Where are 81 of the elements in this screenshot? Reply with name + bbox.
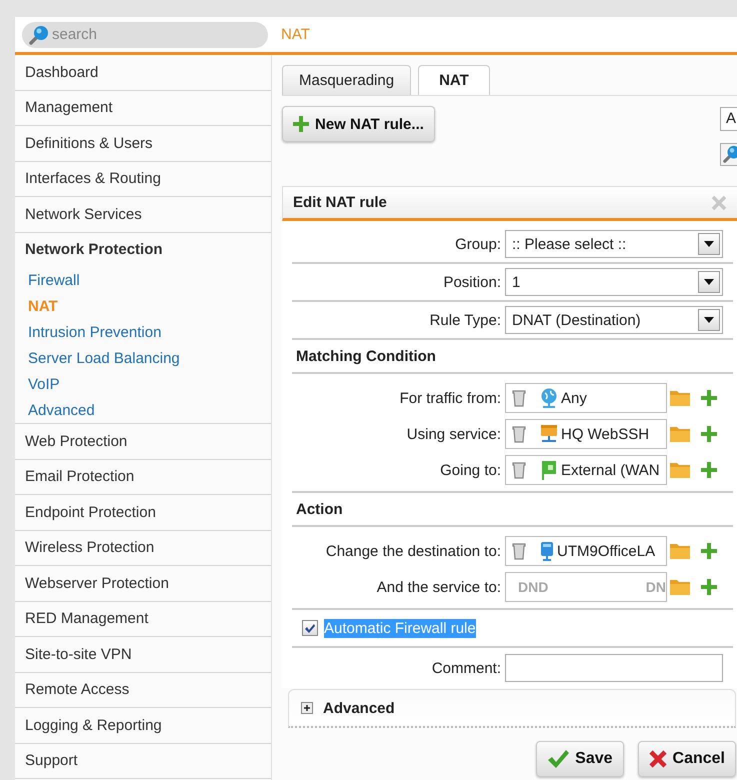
sidebar-item[interactable]: Wireless Protection — [15, 530, 271, 566]
plus-icon[interactable] — [701, 462, 717, 478]
server-icon — [540, 424, 558, 444]
object-field[interactable]: Any — [505, 383, 667, 413]
flag-icon — [540, 460, 558, 480]
sidebar-item[interactable]: Dashboard — [15, 55, 271, 90]
trash-icon — [512, 389, 526, 407]
check-icon — [305, 624, 315, 632]
sidebar-item[interactable]: Remote Access — [15, 672, 271, 708]
folder-icon[interactable] — [669, 389, 691, 407]
field-label: Position: — [442, 274, 502, 290]
field-label: Using service: — [406, 426, 502, 442]
field-label: Comment: — [430, 660, 502, 676]
computer-icon — [540, 541, 554, 561]
checkmark-icon — [547, 749, 570, 769]
comment-field[interactable] — [505, 654, 723, 682]
tab[interactable]: Masquerading — [282, 65, 412, 95]
plus-icon[interactable] — [701, 579, 717, 595]
cancel-button[interactable]: Cancel — [638, 741, 736, 777]
sidebar-subitem[interactable]: Firewall — [15, 267, 271, 293]
sidebar-item[interactable]: Logging & Reporting — [15, 708, 271, 744]
sidebar-subitem[interactable]: VoIP — [15, 371, 271, 397]
sidebar-item[interactable]: Support — [15, 744, 271, 779]
search-icon — [723, 145, 737, 164]
filter-field[interactable]: A — [720, 107, 737, 130]
field-label: Going to: — [439, 462, 502, 478]
sidebar-item[interactable]: Network Services — [15, 197, 271, 232]
field-label: And the service to: — [376, 578, 502, 596]
object-field[interactable]: UTM9OfficeLA — [505, 536, 667, 566]
dropdown[interactable]: 1 — [505, 268, 723, 296]
sidebar-subitem[interactable]: Server Load Balancing — [15, 345, 271, 371]
sidebar-item[interactable]: Web Protection — [15, 424, 271, 460]
folder-icon[interactable] — [669, 461, 691, 479]
caret-icon — [704, 317, 714, 323]
field-label: Change the destination to: — [324, 542, 502, 560]
sidebar-item[interactable]: Definitions & Users — [15, 126, 271, 162]
dialog-title: Edit NAT rule — [293, 194, 388, 211]
trash-icon — [512, 425, 526, 443]
plus-icon[interactable] — [701, 543, 717, 559]
checkbox[interactable] — [302, 620, 318, 636]
dropdown[interactable]: :: Please select :: — [505, 230, 723, 258]
globe-icon — [540, 388, 558, 408]
advanced-section[interactable]: Advanced — [288, 689, 736, 728]
trash-icon — [512, 461, 526, 479]
caret-icon — [704, 279, 714, 285]
dropdown[interactable]: DNAT (Destination) — [505, 306, 723, 334]
search-field[interactable]: search — [22, 22, 268, 48]
sidebar-item[interactable]: Webserver Protection — [15, 566, 271, 602]
close-icon[interactable] — [711, 194, 727, 210]
tab[interactable]: NAT — [418, 65, 490, 95]
expand-icon[interactable] — [301, 702, 313, 714]
sidebar-item[interactable]: Site-to-site VPN — [15, 637, 271, 672]
field-label: Rule Type: — [428, 312, 502, 328]
folder-icon[interactable] — [669, 425, 691, 443]
save-button[interactable]: Save — [536, 741, 624, 777]
sidebar-item[interactable]: Endpoint Protection — [15, 495, 271, 530]
sidebar-item[interactable]: Email Protection — [15, 460, 271, 495]
search-button[interactable] — [720, 142, 737, 166]
sidebar-item[interactable]: Network Protection — [15, 232, 271, 267]
section-heading: Action — [292, 493, 733, 527]
sidebar-subitem[interactable]: Intrusion Prevention — [15, 319, 271, 345]
caret-icon — [704, 241, 714, 247]
cross-icon — [648, 750, 667, 768]
plus-icon[interactable] — [701, 390, 717, 406]
sidebar-item[interactable]: Management — [15, 90, 271, 126]
trash-icon — [512, 542, 526, 560]
new-rule-button[interactable]: New NAT rule... — [282, 106, 435, 142]
plus-icon — [293, 116, 309, 132]
field-label: Group: — [454, 236, 502, 252]
sidebar-item[interactable]: RED Management — [15, 602, 271, 637]
field-label: For traffic from: — [398, 390, 502, 406]
sidebar-subitem[interactable]: Advanced — [15, 397, 271, 423]
sidebar-item[interactable]: Interfaces & Routing — [15, 162, 271, 197]
breadcrumb: NAT — [281, 26, 310, 43]
object-field[interactable]: External (WAN — [505, 455, 667, 485]
plus-icon[interactable] — [701, 426, 717, 442]
section-heading: Matching Condition — [292, 340, 733, 374]
search-icon — [29, 24, 49, 44]
folder-icon[interactable] — [669, 578, 691, 596]
folder-icon[interactable] — [669, 542, 691, 560]
object-field[interactable]: HQ WebSSH — [505, 419, 667, 449]
